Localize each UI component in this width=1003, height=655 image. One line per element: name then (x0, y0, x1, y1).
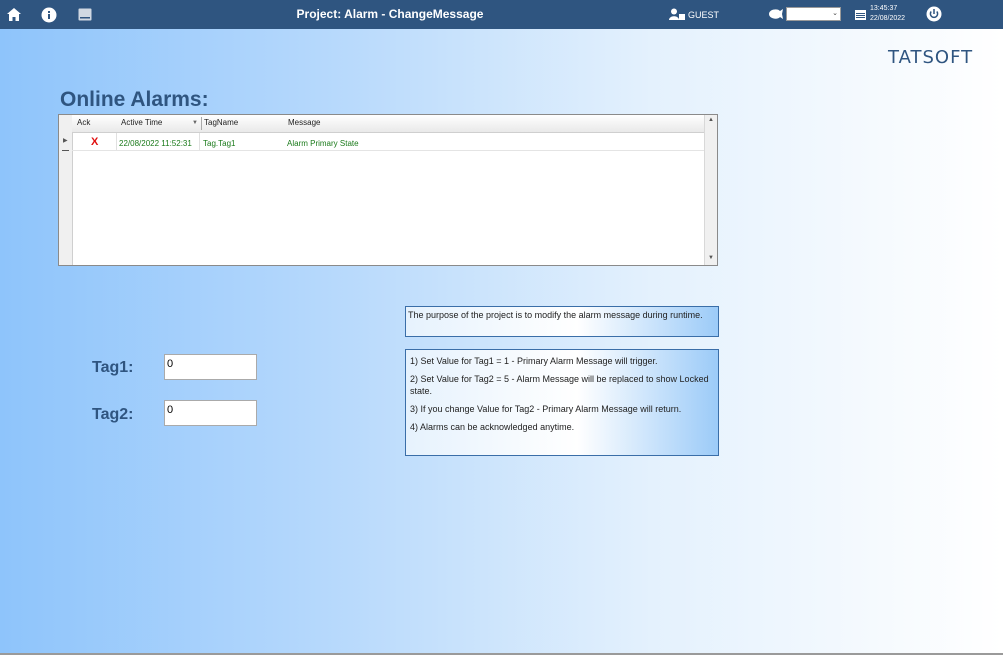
cell-divider (199, 133, 200, 150)
instructions-note: 1) Set Value for Tag1 = 1 - Primary Alar… (405, 349, 719, 456)
new-row-marker (62, 150, 69, 151)
row-tag-name: Tag.Tag1 (203, 139, 236, 148)
user-icon[interactable] (669, 8, 685, 20)
page-heading: Online Alarms: (60, 88, 209, 111)
grid-scrollbar[interactable]: ▲ ▼ (704, 115, 717, 265)
language-icon[interactable] (768, 8, 784, 20)
column-header-ack[interactable]: Ack (77, 118, 90, 127)
row-active-time: 22/08/2022 11:52:31 (119, 139, 192, 148)
tag2-input[interactable]: 0 (164, 400, 257, 426)
row-header-column: ▶ (59, 115, 73, 265)
tag1-label: Tag1: (92, 359, 134, 376)
column-divider (201, 117, 202, 130)
cell-divider (116, 133, 117, 150)
clock-date: 22/08/2022 (870, 15, 906, 22)
column-header-tagname[interactable]: TagName (204, 118, 238, 127)
chevron-down-icon: ⌄ (832, 10, 838, 17)
column-header-message[interactable]: Message (288, 118, 320, 127)
column-header-active-time[interactable]: Active Time (121, 118, 162, 127)
instruction-2: 2) Set Value for Tag2 = 5 - Alarm Messag… (410, 374, 709, 396)
tatsoft-logo: TATSOFT (888, 47, 974, 68)
sort-desc-icon: ▼ (192, 120, 198, 126)
instruction-1: 1) Set Value for Tag1 = 1 - Primary Alar… (410, 356, 658, 366)
top-bar: Project: Alarm - ChangeMessage GUEST ⌄ 1… (0, 0, 1003, 29)
scroll-down-icon[interactable]: ▼ (708, 255, 714, 261)
power-icon[interactable] (926, 6, 942, 22)
purpose-text: The purpose of the project is to modify … (408, 310, 703, 320)
clock-time: 13:45:37 (870, 5, 898, 12)
tag2-label: Tag2: (92, 406, 134, 423)
user-name: GUEST (688, 10, 720, 20)
calendar-icon (855, 9, 866, 20)
purpose-note: The purpose of the project is to modify … (405, 306, 719, 337)
instruction-3: 3) If you change Value for Tag2 - Primar… (410, 404, 682, 414)
scroll-up-icon[interactable]: ▲ (708, 117, 714, 123)
tag1-input[interactable]: 0 (164, 354, 257, 380)
alarm-grid[interactable]: ▶ Ack Active Time ▼ TagName Message X 22… (58, 114, 718, 266)
row-message: Alarm Primary State (287, 139, 359, 148)
instruction-4: 4) Alarms can be acknowledged anytime. (410, 422, 575, 432)
current-row-arrow-icon: ▶ (63, 138, 68, 144)
grid-header: Ack Active Time ▼ TagName Message (72, 115, 705, 133)
project-title: Project: Alarm - ChangeMessage (296, 7, 484, 21)
table-row[interactable]: X 22/08/2022 11:52:31 Tag.Tag1 Alarm Pri… (72, 133, 705, 151)
language-dropdown[interactable]: ⌄ (786, 7, 841, 21)
ack-x-icon[interactable]: X (91, 136, 98, 148)
